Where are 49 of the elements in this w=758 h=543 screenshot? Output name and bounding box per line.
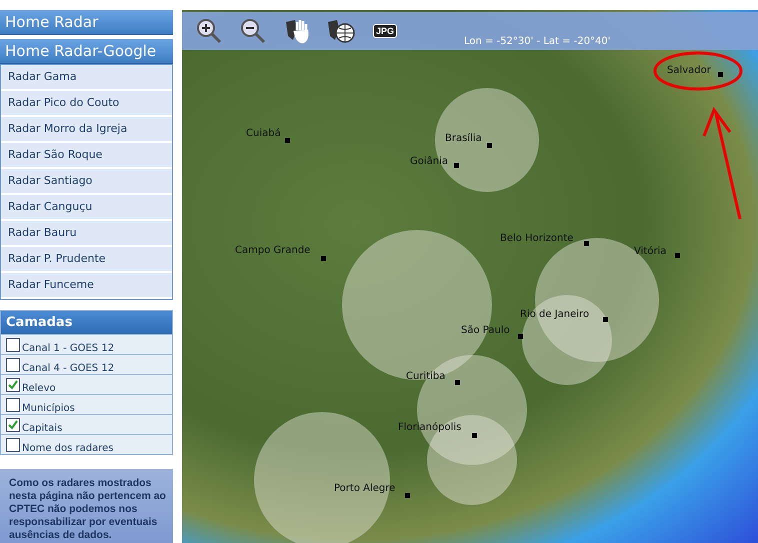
layer-checkbox[interactable] — [6, 418, 20, 432]
city-label: Brasília — [445, 133, 482, 144]
city-label: Cuiabá — [246, 128, 281, 139]
city-marker-icon — [472, 433, 477, 438]
city-marker-icon — [518, 334, 523, 339]
city-label: Florianópolis — [398, 422, 462, 433]
layers-title: Camadas — [1, 311, 172, 334]
layer-label: Relevo — [22, 383, 56, 394]
city-marker-icon — [487, 143, 492, 148]
city-label: Salvador — [667, 65, 711, 76]
disclaimer-text: Como os radares mostrados nesta página não pertencem ao CPTEC não podemos nos responsabilizar por eventuais ausências de dados. — [0, 469, 173, 543]
radar-link[interactable]: Radar Canguçu — [1, 195, 172, 221]
layer-label: Nome dos radares — [22, 443, 114, 454]
radar-link[interactable]: Radar São Roque — [1, 143, 172, 169]
radar-link[interactable]: Radar Gama — [1, 65, 172, 91]
radar-link[interactable]: Radar Funceme — [1, 273, 172, 299]
city-marker-icon — [718, 72, 723, 77]
city-marker-icon — [285, 138, 290, 143]
save-jpg-button[interactable]: JPG — [370, 17, 400, 45]
city-label: Belo Horizonte — [500, 233, 574, 244]
layer-checkbox[interactable] — [6, 338, 20, 352]
city-label: Curitiba — [406, 371, 446, 382]
layer-checkbox[interactable] — [6, 398, 20, 412]
radar-link[interactable]: Radar Bauru — [1, 221, 172, 247]
city-marker-icon — [603, 317, 608, 322]
city-marker-icon — [455, 380, 460, 385]
layer-label: Capitais — [22, 423, 62, 434]
city-marker-icon — [454, 163, 459, 168]
layer-checkbox[interactable] — [6, 358, 20, 372]
city-marker-icon — [675, 253, 680, 258]
city-label: Vitória — [634, 246, 666, 257]
radar-link[interactable]: Radar Santiago — [1, 169, 172, 195]
globe-icon[interactable] — [326, 17, 356, 45]
city-label: Porto Alegre — [334, 483, 396, 494]
city-marker-icon — [584, 241, 589, 246]
zoom-out-icon[interactable] — [238, 17, 268, 45]
city-marker-icon — [321, 256, 326, 261]
coordinates-text: Lon = -52°30' - Lat = -20°40' — [464, 36, 611, 46]
layer-label: Canal 1 - GOES 12 — [22, 343, 114, 354]
zoom-in-icon[interactable] — [194, 17, 224, 45]
city-label: Campo Grande — [235, 245, 310, 256]
layer-checkbox[interactable] — [6, 378, 20, 392]
layer-checkbox[interactable] — [6, 438, 20, 452]
layer-label: Municípios — [22, 403, 75, 414]
layer-label: Canal 4 - GOES 12 — [22, 363, 114, 374]
city-marker-icon — [405, 493, 410, 498]
radar-link[interactable]: Radar Morro da Igreja — [1, 117, 172, 143]
radar-link[interactable]: Radar Pico do Couto — [1, 91, 172, 117]
radar-link[interactable]: Radar P. Prudente — [1, 247, 172, 273]
